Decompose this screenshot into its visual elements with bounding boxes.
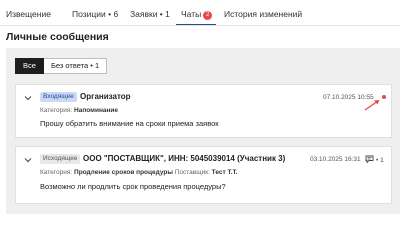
tab-bar: Извещение Позиции • 6 Заявки • 1 Чаты 2 И… [0, 0, 400, 26]
chevron-down-icon[interactable] [24, 157, 32, 163]
replies-indicator: • 1 [365, 155, 384, 164]
supplier-value: Тест Т.Т. [211, 169, 238, 176]
tab-positions[interactable]: Позиции • 6 [72, 9, 118, 19]
supplier-label: Поставщик: [174, 169, 210, 176]
incoming-badge: Входящее [40, 92, 77, 102]
category-value: Напоминание [74, 107, 119, 114]
page-title: Личные сообщения [6, 31, 109, 43]
filter-unanswered-button[interactable]: Без ответа • 1 [43, 58, 108, 74]
tab-chats[interactable]: Чаты 2 [181, 9, 213, 20]
message-category: Категория: Продление сроков процедуры По… [40, 169, 238, 176]
tab-divider [0, 25, 400, 26]
message-card[interactable]: Входящее Организатор 07.10.2025 10:55 Ка… [15, 84, 392, 138]
message-text: Прошу обратить внимание на сроки приема … [40, 119, 219, 128]
chevron-down-icon[interactable] [24, 95, 32, 101]
tab-change-history[interactable]: История изменений [224, 9, 302, 19]
message-text: Возможно ли продлить срок проведения про… [40, 182, 226, 191]
category-label: Категория: [40, 107, 73, 114]
tab-applications[interactable]: Заявки • 1 [130, 9, 170, 19]
chats-count-badge: 2 [203, 11, 213, 20]
tab-notice[interactable]: Извещение [6, 9, 51, 19]
outgoing-badge: Исходящее [40, 154, 81, 164]
category-value: Продление сроков процедуры [74, 169, 173, 176]
message-category: Категория: Напоминание [40, 107, 118, 114]
replies-count: 1 [380, 157, 384, 164]
tab-chats-label: Чаты [181, 9, 202, 19]
message-sender: Организатор [80, 92, 131, 101]
message-date: 03.10.2025 16:31 [310, 156, 361, 163]
filter-all-button[interactable]: Все [15, 58, 44, 74]
arrow-pointer-icon [364, 100, 380, 111]
category-label: Категория: [40, 169, 73, 176]
message-filter: Все Без ответа • 1 [15, 58, 108, 74]
message-sender: ООО "ПОСТАВЩИК", ИНН: 5045039014 (Участн… [83, 154, 286, 163]
chat-bubble-icon [365, 155, 374, 164]
unread-dot-icon [382, 95, 386, 99]
message-card[interactable]: Исходящее ООО "ПОСТАВЩИК", ИНН: 50450390… [15, 146, 392, 204]
